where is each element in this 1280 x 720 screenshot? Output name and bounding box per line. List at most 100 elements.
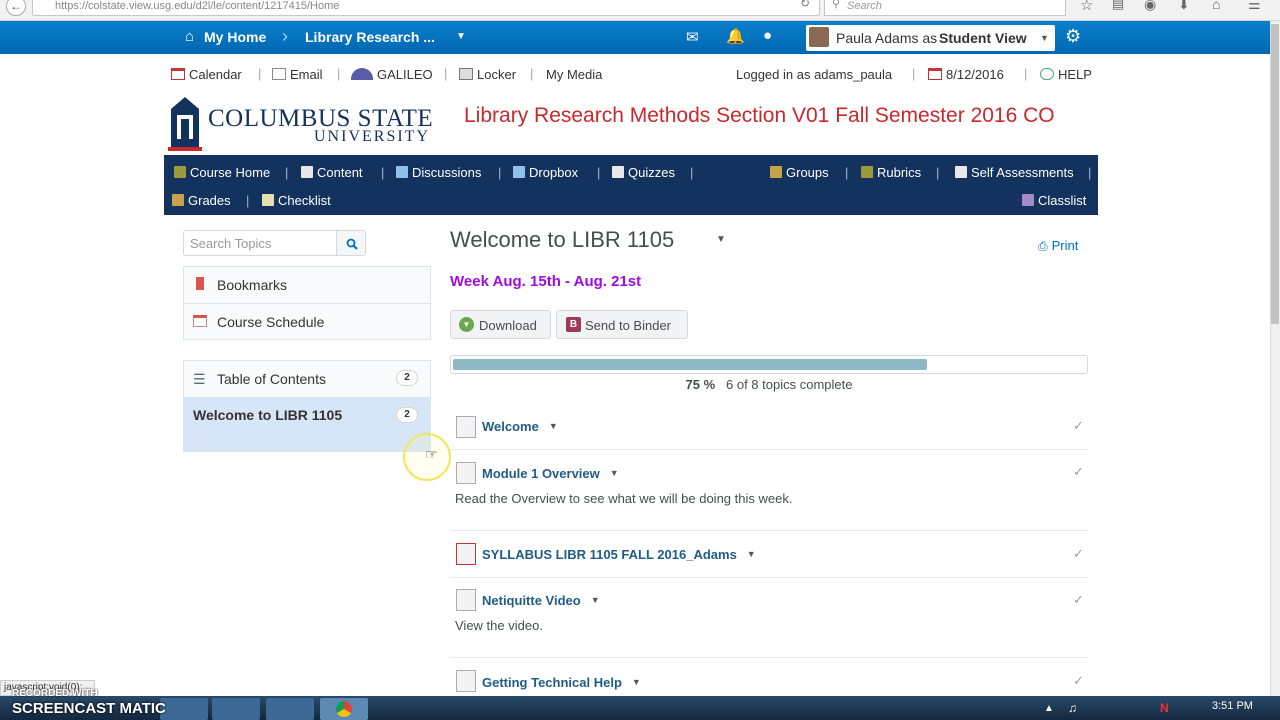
web-page-icon [456,670,476,692]
logged-in-text: Logged in as adams_paula [736,67,893,82]
nav-grades[interactable]: Grades [172,193,231,208]
topic-link-syllabus[interactable]: SYLLABUS LIBR 1105 FALL 2016_Adams ▼ [482,547,756,562]
separator: | [444,66,448,81]
download-button[interactable]: ▼ Download [450,310,551,339]
topic-link-welcome[interactable]: Welcome ▼ [482,419,558,434]
course-schedule-link[interactable]: Course Schedule [217,314,324,330]
separator: | [381,165,385,180]
back-icon[interactable]: ← [6,0,26,16]
nav-rubrics[interactable]: Rubrics [861,165,921,180]
update-alerts-icon[interactable]: 🔔 [726,27,745,45]
locker-link[interactable]: Locker [459,67,516,82]
nav-groups[interactable]: Groups [770,165,829,180]
my-media-link[interactable]: My Media [546,67,602,82]
calendar-link[interactable]: Calendar [171,67,242,82]
browser-search-input[interactable]: Search [824,0,1066,16]
recording-watermark-label: RECORDED WITH [12,688,98,699]
classlist-icon [1022,194,1034,206]
menu-icon[interactable]: ☰ [1248,0,1261,13]
chevron-down-icon[interactable]: ▼ [716,234,726,245]
discussions-icon [396,166,408,178]
toc-count-badge: 2 [396,370,418,386]
home-icon[interactable]: ⌂ [1212,0,1220,12]
week-heading: Week Aug. 15th - Aug. 21st [450,273,642,290]
message-alerts-icon[interactable]: ✉ [686,28,699,46]
subscription-alerts-icon[interactable]: ● [763,27,772,44]
download-icon[interactable]: ⬇ [1178,0,1190,13]
nav-content[interactable]: Content [301,165,363,180]
nav-quizzes[interactable]: Quizzes [612,165,675,180]
separator: | [936,165,940,180]
tray-app-icon[interactable]: N [1160,701,1169,715]
chevron-right-icon: › [282,26,288,46]
locker-icon [459,68,473,80]
nav-self-assessments[interactable]: Self Assessments [955,165,1074,180]
minibar: ⌂ My Home › Library Research ... ▼ ✉ 🔔 ●… [0,21,1270,54]
bookmarks-link[interactable]: Bookmarks [217,277,287,293]
check-icon: ✓ [1073,673,1084,688]
calendar-icon [928,68,942,80]
course-title[interactable]: Library Research Methods Section V01 Fal… [464,105,1084,126]
envelope-icon [272,68,286,80]
recording-watermark: SCREENCAST MATIC [12,700,166,717]
avatar [809,27,829,47]
pocket-icon[interactable]: ◉ [1144,0,1156,13]
bookmark-star-icon[interactable]: ☆ [1080,0,1093,14]
table-of-contents-link[interactable]: Table of Contents [217,371,326,387]
course-selector[interactable]: Library Research ... [305,29,435,45]
separator: | [285,165,289,180]
taskbar-chrome-button[interactable] [320,698,368,720]
quizzes-icon [612,166,624,178]
web-page-icon [456,462,476,484]
topic-link-module-1-overview[interactable]: Module 1 Overview ▼ [482,466,619,481]
help-link[interactable]: HELP [1040,67,1092,82]
divider [450,577,1088,578]
galileo-link[interactable]: GALILEO [351,67,433,82]
topic-link-getting-technical-help[interactable]: Getting Technical Help ▼ [482,675,641,690]
grades-icon [172,194,184,206]
nav-discussions[interactable]: Discussions [396,165,481,180]
address-bar[interactable]: https://colstate.view.usg.edu/d2l/le/con… [32,0,820,16]
taskbar-media-button[interactable] [212,698,260,720]
search-button[interactable] [336,230,366,256]
taskbar-explorer-button[interactable] [160,698,208,720]
print-link[interactable]: ⎙ Print [1038,238,1078,254]
web-page-icon [456,416,476,438]
logo-line2: UNIVERSITY [314,128,430,145]
role-switcher[interactable]: Paula Adams as Student View ▼ [806,25,1055,51]
topic-link-netiquitte-video[interactable]: Netiquitte Video ▼ [482,593,600,608]
gear-icon[interactable]: ⚙ [1065,26,1081,47]
university-logo[interactable]: COLUMBUS STATE UNIVERSITY [168,95,434,151]
chevron-down-icon[interactable]: ▼ [456,31,466,42]
nav-course-home[interactable]: Course Home [174,165,270,180]
search-icon [346,238,358,250]
check-icon: ✓ [1073,592,1084,607]
pdf-icon [456,543,476,565]
email-link[interactable]: Email [272,67,323,82]
system-clock[interactable]: 3:51 PM [1212,700,1253,712]
nav-checklist[interactable]: Checklist [262,193,331,208]
separator: | [1024,66,1028,81]
my-home-link[interactable]: My Home [204,29,266,45]
rubrics-icon [861,166,873,178]
search-topics-input[interactable]: Search Topics [183,230,337,256]
reload-icon[interactable]: ↻ [800,0,810,10]
check-icon: ✓ [1073,546,1084,561]
tray-chevron-icon[interactable]: ▲ [1044,703,1054,714]
role-view-label: Student View [939,30,1027,46]
send-to-binder-button[interactable]: B Send to Binder [556,310,688,339]
hand-cursor-icon: ☞ [425,446,438,462]
course-home-icon [174,166,186,178]
taskbar-app-button[interactable] [266,698,314,720]
reading-list-icon[interactable]: ▤ [1112,0,1124,12]
nav-dropbox[interactable]: Dropbox [513,165,578,180]
nav-classlist[interactable]: Classlist [1022,193,1086,208]
volume-icon[interactable]: ♫ [1068,701,1077,715]
separator: | [337,66,341,81]
calendar-icon [171,68,185,80]
check-icon: ✓ [1073,418,1084,433]
separator: | [690,165,694,180]
current-module-label[interactable]: Welcome to LIBR 1105 [193,406,343,425]
binder-icon: B [566,317,581,332]
scrollbar-thumb[interactable] [1271,24,1279,324]
